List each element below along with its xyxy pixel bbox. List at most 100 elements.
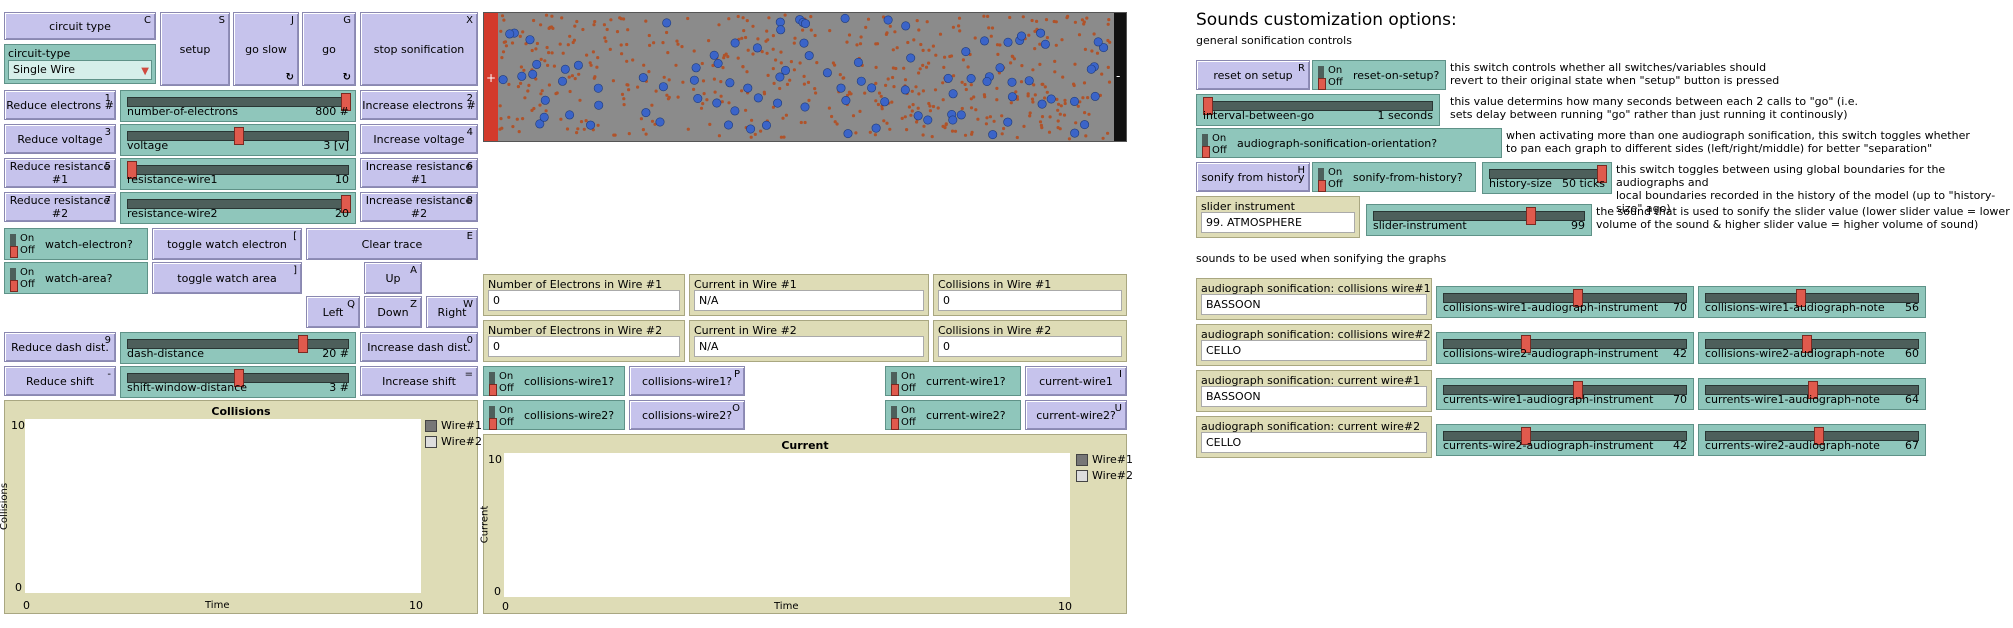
x-min-label: 0 [502,600,509,613]
dash-distance-slider[interactable]: dash-distance 20 # [120,332,356,364]
go-button[interactable]: go G ↻ [302,12,356,86]
atom-particle [552,64,556,68]
toggle-switch[interactable]: On Off [489,404,519,430]
atom-particle [1067,137,1071,141]
reduce-resistance-2-button[interactable]: Reduce resistance #2 7 [4,192,116,222]
currents-wire2-instrument-slider[interactable]: currents-wire2-audiograph-instrument 42 [1436,424,1694,456]
history-size-slider[interactable]: history-size 50 ticks [1482,162,1612,194]
slider-thumb[interactable] [298,335,309,353]
collisions-wire2-instrument-slider[interactable]: collisions-wire2-audiograph-instrument 4… [1436,332,1694,364]
toggle-switch[interactable]: On Off [489,370,519,396]
collisions-wire1-note-slider[interactable]: collisions-wire1-audiograph-note 56 [1698,286,1926,318]
reduce-resistance-1-button[interactable]: Reduce resistance #1 5 [4,158,116,188]
number-of-electrons-slider[interactable]: number-of-electrons 800 # [120,90,356,122]
increase-electrons-key: 2 [466,93,473,104]
toggle-switch[interactable]: On Off [10,232,40,258]
reset-on-setup-button[interactable]: reset on setup R [1196,60,1310,90]
electron-particle [655,117,665,127]
electron-particle [799,38,809,48]
current-wire2-button[interactable]: current-wire2? U [1025,400,1127,430]
atom-particle [995,43,1000,47]
atom-particle [620,92,625,96]
toggle-switch[interactable]: On Off [1318,64,1348,90]
reset-on-setup-switch[interactable]: On Off reset-on-setup? [1312,60,1446,90]
increase-dash-button[interactable]: Increase dash dist. 0 [360,332,478,362]
sonify-from-history-button[interactable]: sonify from history H [1196,162,1310,192]
interval-between-go-slider[interactable]: interval-between-go 1 seconds [1196,94,1440,126]
shift-window-distance-slider[interactable]: shift-window-distance 3 # [120,366,356,398]
toggle-switch[interactable]: On Off [1202,132,1232,158]
collisions-wire1-switch[interactable]: On Off collisions-wire1? [483,366,625,396]
stop-sonification-button[interactable]: stop sonification X [360,12,478,86]
increase-voltage-button[interactable]: Increase voltage 4 [360,124,478,154]
electron-particle [800,19,810,29]
left-button[interactable]: Left Q [306,296,360,328]
toggle-switch[interactable]: On Off [1318,166,1348,192]
audiograph-chooser-current-wire1[interactable]: audiograph sonification: current wire#1 … [1196,370,1432,412]
watch-area-switch[interactable]: On Off watch-area? [4,262,148,294]
slider-thumb[interactable] [234,127,244,145]
audiograph-chooser-current-wire2[interactable]: audiograph sonification: current wire#2 … [1196,416,1432,458]
increase-resistance-2-button[interactable]: Increase resistance #2 8 [360,192,478,222]
slider-instrument-chooser[interactable]: slider instrument 99. ATMOSPHERE [1196,196,1360,238]
collisions-wire1-button[interactable]: collisions-wire1? P [629,366,745,396]
reduce-shift-button[interactable]: Reduce shift - [4,366,116,396]
resistance-wire2-slider[interactable]: resistance-wire2 20 [120,192,356,224]
slider-instrument-slider[interactable]: slider-instrument 99 [1366,204,1592,236]
increase-shift-button[interactable]: Increase shift = [360,366,478,396]
setup-button[interactable]: setup S [160,12,230,86]
audiograph-chooser-collisions-wire1[interactable]: audiograph sonification: collisions wire… [1196,278,1432,320]
atom-particle [1063,101,1067,106]
atom-particle [753,132,757,136]
resistance-wire1-slider[interactable]: resistance-wire1 10 [120,158,356,190]
audiograph-orientation-switch[interactable]: On Off audiograph-sonification-orientati… [1196,128,1502,158]
right-button[interactable]: Right W [426,296,478,328]
clear-trace-button[interactable]: Clear trace E [306,228,478,260]
slider-label: resistance-wire2 [127,207,218,220]
simulation-world-view[interactable]: + - [483,12,1127,142]
currents-wire1-note-slider[interactable]: currents-wire1-audiograph-note 64 [1698,378,1926,410]
reduce-voltage-button[interactable]: Reduce voltage 3 [4,124,116,154]
collisions-wire1-instrument-slider[interactable]: collisions-wire1-audiograph-instrument 7… [1436,286,1694,318]
currents-wire1-instrument-slider[interactable]: currents-wire1-audiograph-instrument 70 [1436,378,1694,410]
atom-particle [925,20,929,24]
toggle-switch[interactable]: On Off [891,370,921,396]
sonify-from-history-switch[interactable]: On Off sonify-from-history? [1312,162,1476,192]
current-wire1-switch[interactable]: On Off current-wire1? [885,366,1021,396]
collisions-wire2-switch[interactable]: On Off collisions-wire2? [483,400,625,430]
atom-particle [612,133,616,137]
go-slow-button[interactable]: go slow J ↻ [233,12,299,86]
watch-electron-switch[interactable]: On Off watch-electron? [4,228,148,260]
voltage-slider[interactable]: voltage 3 [v] [120,124,356,156]
toggle-watch-area-button[interactable]: toggle watch area ] [152,262,302,294]
toggle-watch-electron-button[interactable]: toggle watch electron [ [152,228,302,260]
collisions-wire2-button[interactable]: collisions-wire2? O [629,400,745,430]
current-wire2-switch[interactable]: On Off current-wire2? [885,400,1021,430]
slider-thumb[interactable] [1526,207,1536,225]
atom-particle [1031,100,1035,104]
atom-particle [539,23,543,27]
up-button[interactable]: Up A [364,262,422,294]
collisions-wire2-note-slider[interactable]: collisions-wire2-audiograph-note 60 [1698,332,1926,364]
graphs-heading: sounds to be used when sonifying the gra… [1196,252,1447,265]
increase-electrons-button[interactable]: Increase electrons # 2 [360,90,478,120]
atom-particle [1073,20,1077,24]
atom-particle [719,94,723,98]
atom-particle [771,34,775,38]
reduce-dash-button[interactable]: Reduce dash dist. 9 [4,332,116,362]
current-wire1-button[interactable]: current-wire1 I [1025,366,1127,396]
toggle-switch[interactable]: On Off [10,266,40,292]
atom-particle [801,28,805,32]
circuit-type-chooser[interactable]: circuit-type Single Wire ▼ [4,44,156,84]
up-label: Up [385,271,401,285]
atom-particle [1038,120,1043,124]
down-button[interactable]: Down Z [364,296,422,328]
circuit-type-button[interactable]: circuit type C [4,12,156,40]
currents-wire2-note-slider[interactable]: currents-wire2-audiograph-note 67 [1698,424,1926,456]
increase-resistance-1-button[interactable]: Increase resistance #1 6 [360,158,478,188]
electron-particle [724,120,734,130]
circuit-type-button-label: circuit type [49,19,111,33]
toggle-switch[interactable]: On Off [891,404,921,430]
reduce-electrons-button[interactable]: Reduce electrons # 1 [4,90,116,120]
audiograph-chooser-collisions-wire2[interactable]: audiograph sonification: collisions wire… [1196,324,1432,366]
